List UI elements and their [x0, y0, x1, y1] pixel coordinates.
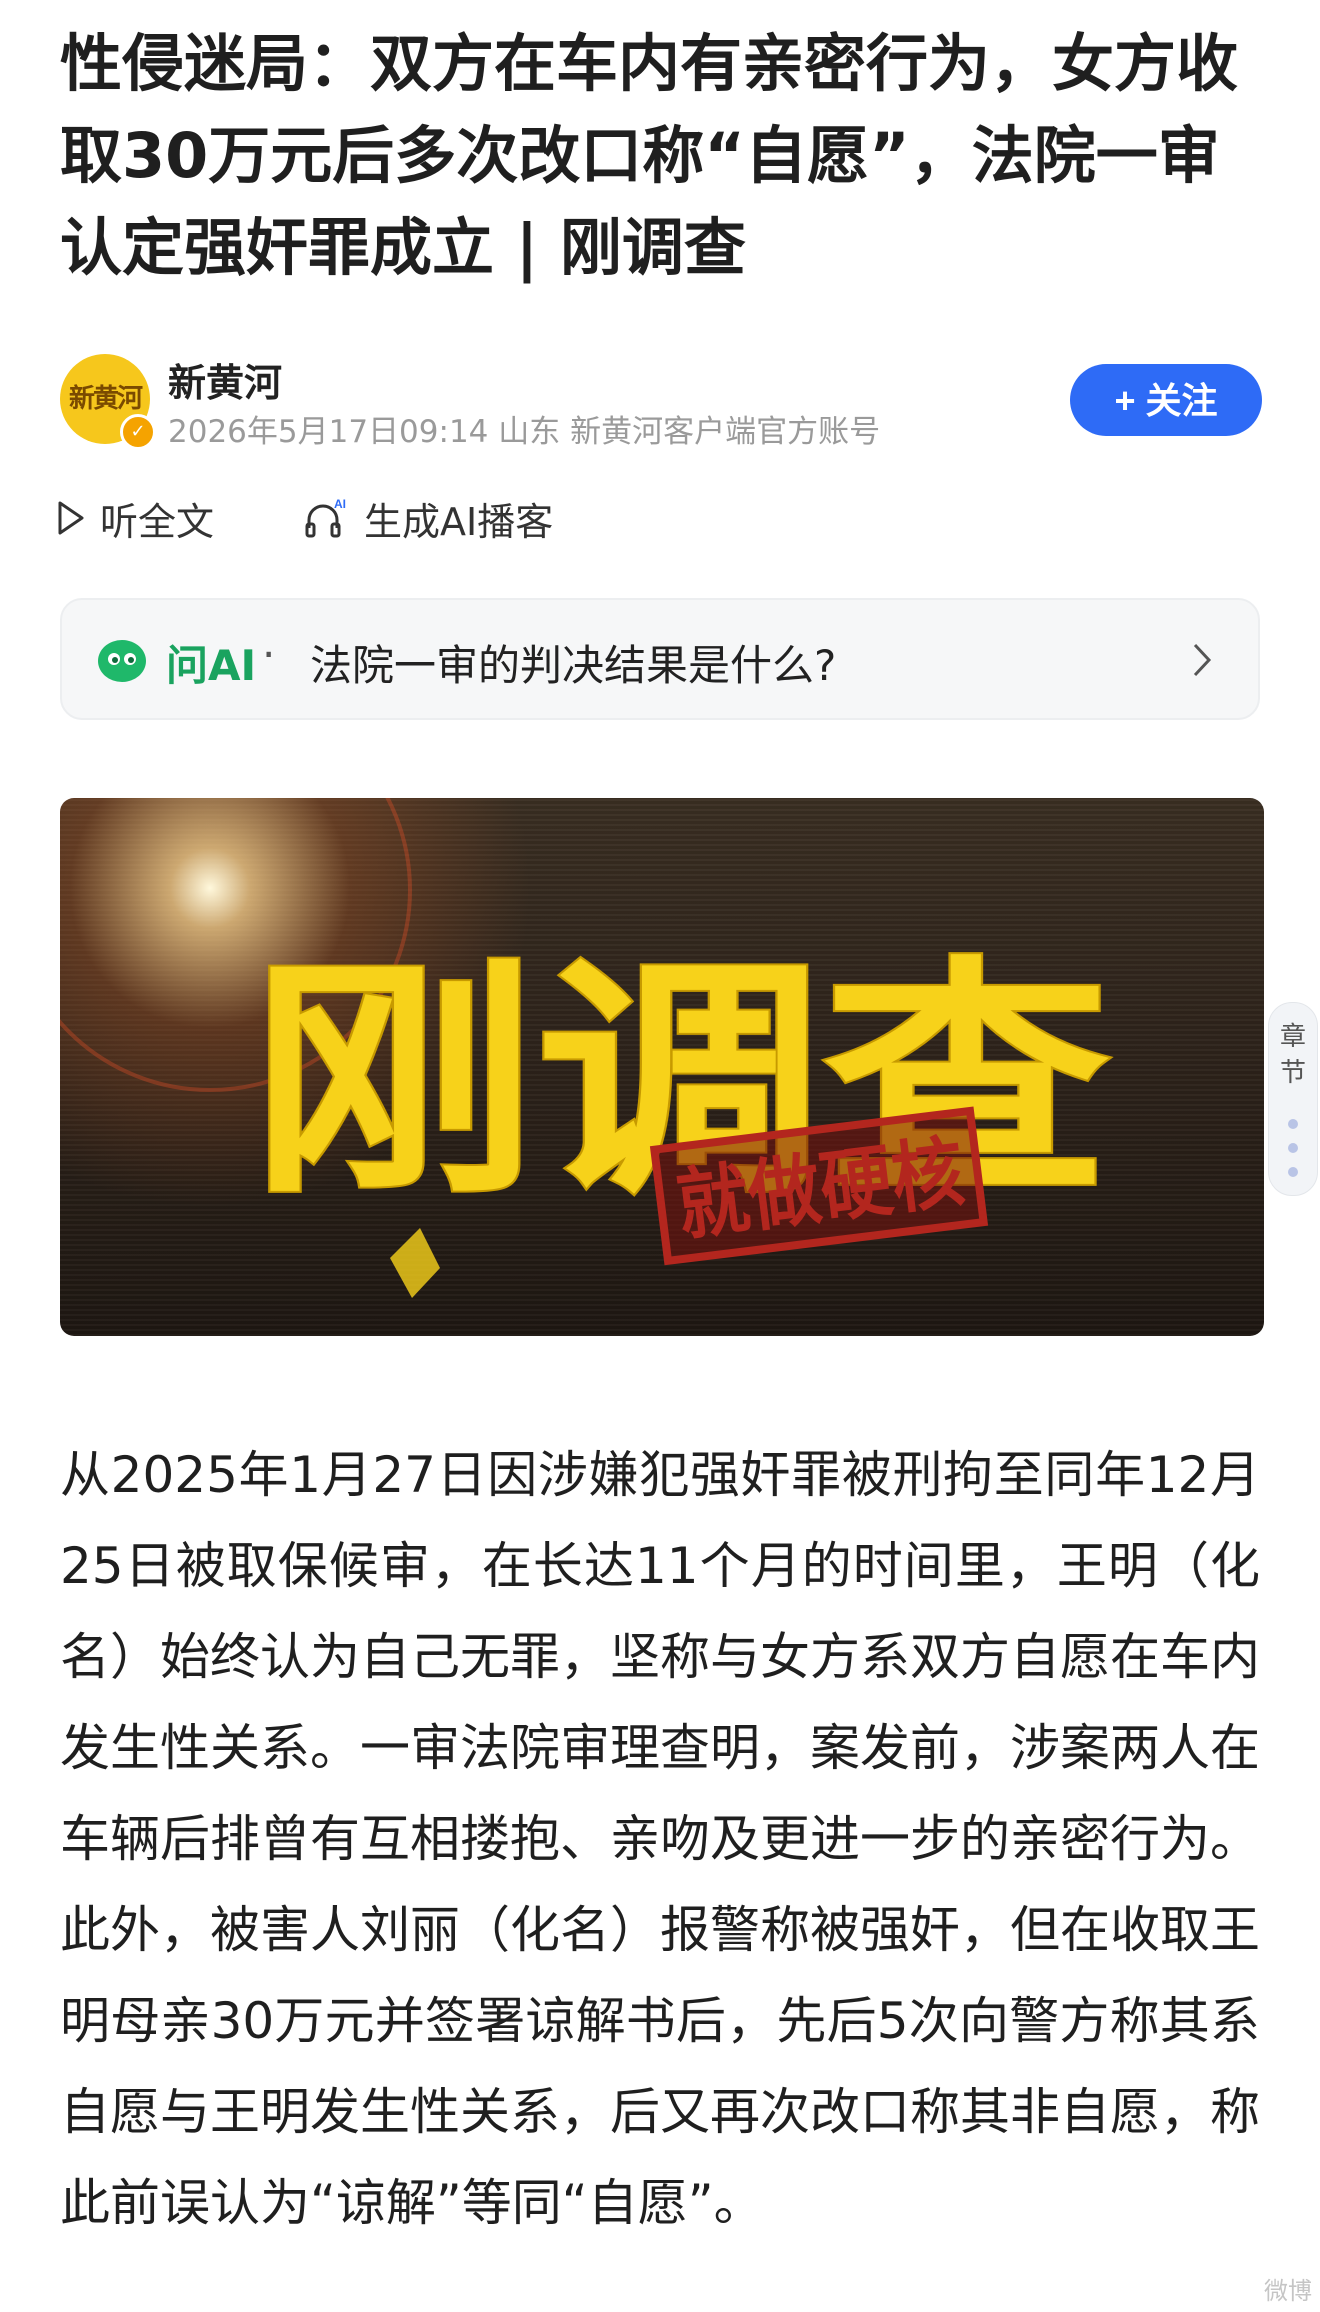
avatar-logo-text: 新黄河	[68, 384, 143, 414]
hero-image: 刚调查 就做硬核	[60, 798, 1264, 1336]
chapter-nav-tab[interactable]: 章节	[1268, 1002, 1318, 1196]
article-body-paragraph: 从2025年1月27日因涉嫌犯强奸罪被刑拘至同年12月25日被取保候审，在长达1…	[60, 1446, 1260, 2232]
ai-badge: AI	[334, 497, 346, 511]
author-name[interactable]: 新黄河	[168, 352, 282, 407]
ask-ai-separator: ·	[262, 630, 276, 679]
ask-ai-label: 问AI	[166, 641, 257, 690]
chapter-dot	[1288, 1143, 1298, 1153]
chapter-dot	[1288, 1167, 1298, 1177]
chapter-dot	[1288, 1119, 1298, 1129]
verified-check-icon: ✓	[120, 414, 156, 450]
action-bar: 听全文 AI 生成AI播客	[56, 488, 856, 548]
watermark: 微博	[1264, 2277, 1312, 2305]
follow-button[interactable]: + 关注	[1070, 364, 1262, 436]
headphones-ai-icon: AI	[305, 497, 346, 538]
listen-full-text-button[interactable]: 听全文	[56, 488, 214, 548]
podcast-label: 生成AI播客	[364, 499, 554, 544]
generate-ai-podcast-button[interactable]: AI 生成AI播客	[304, 488, 553, 548]
listen-label: 听全文	[100, 499, 215, 544]
author-row: 新黄河 ✓ 新黄河 2026年5月17日09:14 山东 新黄河客户端官方账号 …	[60, 352, 1262, 452]
chapter-dots	[1288, 1119, 1298, 1191]
ask-ai-question: 法院一审的判决结果是什么?	[310, 641, 837, 690]
ask-ai-card[interactable]: 问AI · 法院一审的判决结果是什么?	[60, 598, 1260, 720]
author-meta: 2026年5月17日09:14 山东 新黄河客户端官方账号	[168, 414, 881, 450]
chevron-right-icon	[1193, 643, 1212, 677]
chapter-label: 章节	[1279, 1022, 1306, 1088]
article-title: 性侵迷局：双方在车内有亲密行为，女方收取30万元后多次改口称“自愿”，法院一审认…	[60, 27, 1239, 284]
play-icon	[58, 501, 84, 535]
ask-ai-icon	[98, 640, 146, 682]
